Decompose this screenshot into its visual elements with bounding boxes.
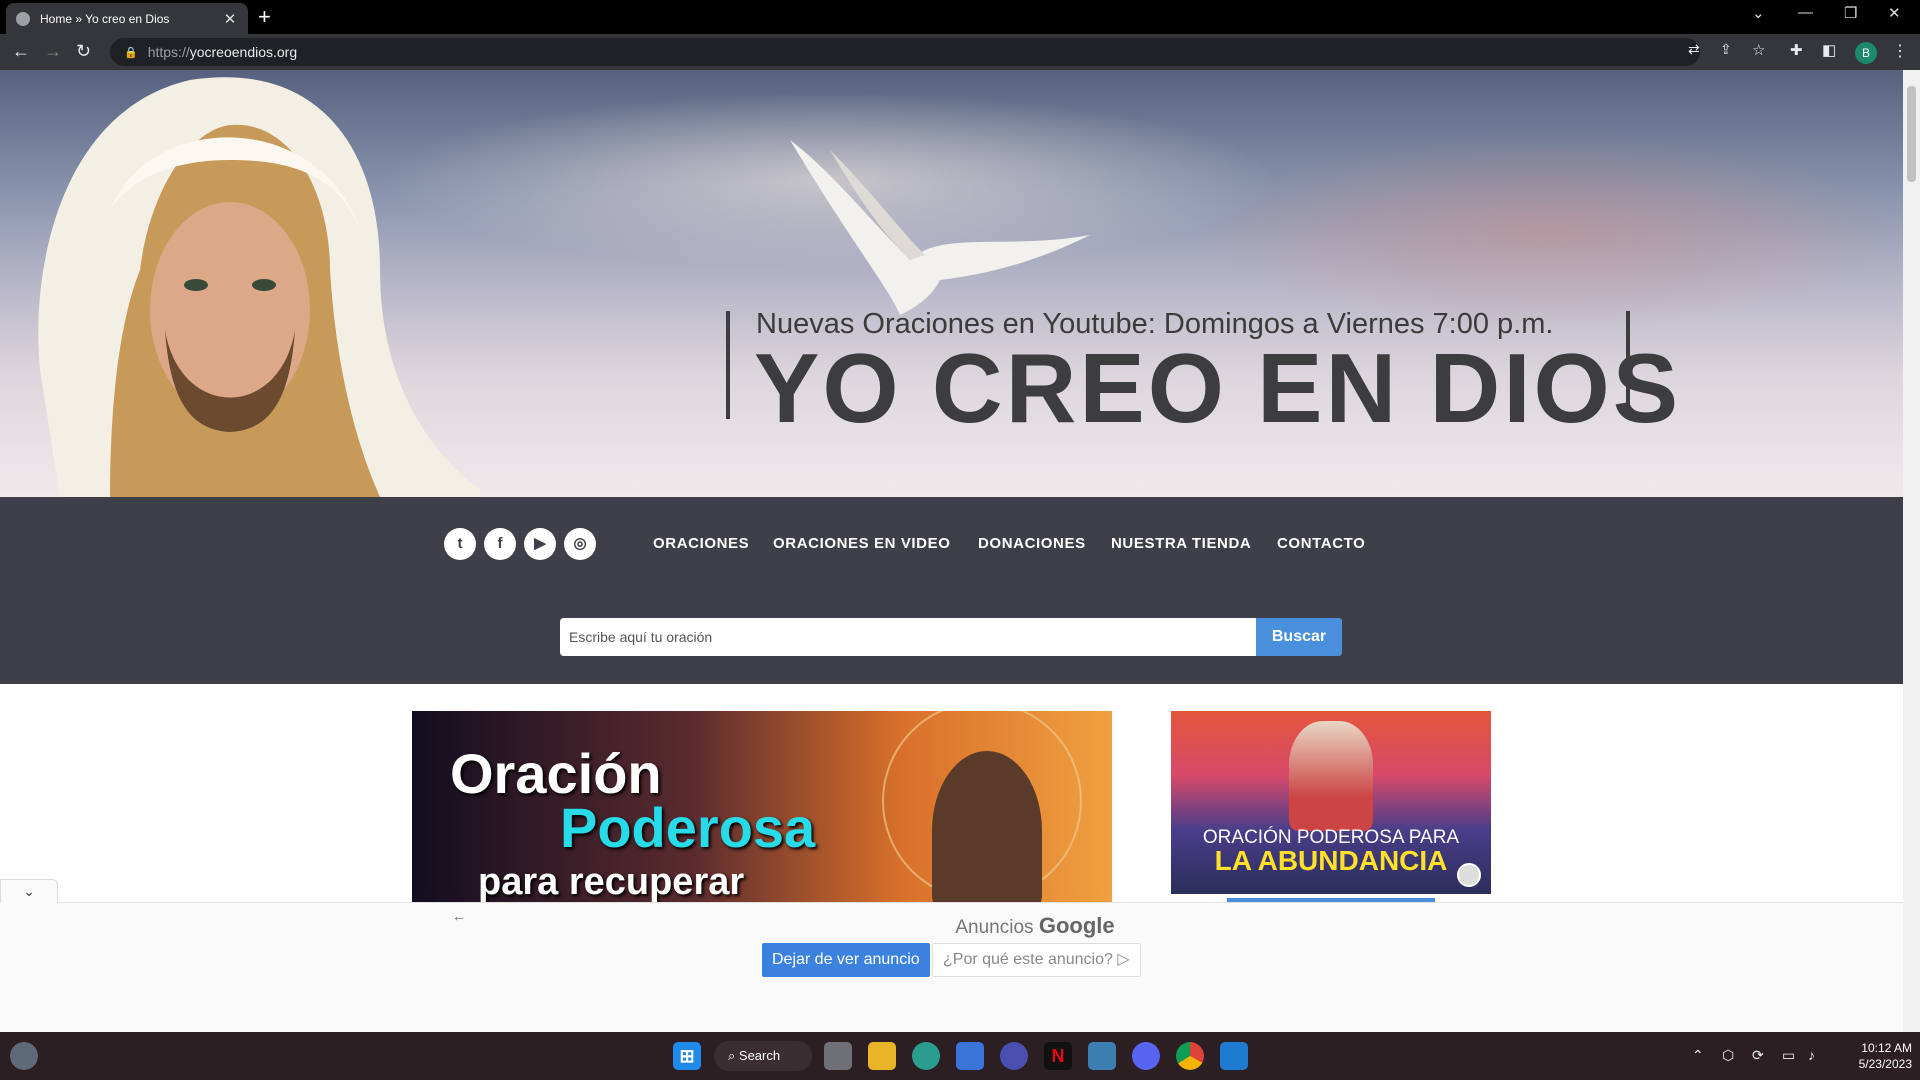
tab-search-chevron-icon[interactable]: ⌄ <box>1752 4 1765 22</box>
extensions-puzzle-icon[interactable]: ✚ <box>1790 41 1803 59</box>
twitter-icon[interactable]: t <box>444 528 476 560</box>
share-icon[interactable]: ⇪ <box>1720 41 1732 58</box>
card-title-line3: para recuperar <box>478 861 745 902</box>
search-button[interactable]: Buscar <box>1256 618 1342 656</box>
tab-close-icon[interactable]: ✕ <box>222 10 238 28</box>
nav-nuestra-tienda[interactable]: NUESTRA TIENDA <box>1111 535 1251 552</box>
security-icon[interactable]: ⬡ <box>1722 1047 1734 1064</box>
vscode-icon[interactable] <box>1220 1042 1248 1070</box>
window-close-icon[interactable]: ✕ <box>1888 4 1901 22</box>
nav-donaciones[interactable]: DONACIONES <box>978 535 1086 552</box>
browser-tab-strip: Home » Yo creo en Dios ✕ + ⌄ — ❐ ✕ <box>0 0 1920 34</box>
site-favicon-icon <box>16 11 30 26</box>
browser-toolbar: ← → ↻ 🔒 https:// yocreoendios.org ⇄ ⇪ ☆ … <box>0 34 1920 70</box>
taskbar-search-label: Search <box>738 1048 781 1063</box>
weather-widget-icon[interactable] <box>10 1042 38 1070</box>
tab-title: Home » Yo creo en Dios <box>40 11 170 26</box>
instagram-icon[interactable]: ◎ <box>564 528 596 560</box>
app-icon[interactable] <box>1000 1042 1028 1070</box>
sync-icon[interactable]: ⟳ <box>1752 1047 1764 1064</box>
profile-avatar[interactable]: B <box>1855 42 1877 64</box>
nav-contacto[interactable]: CONTACTO <box>1277 535 1365 552</box>
microsoft-store-icon[interactable] <box>956 1042 984 1070</box>
sky-cloud <box>1200 130 1900 330</box>
clock-date: 5/23/2023 <box>1858 1057 1912 1071</box>
chrome-icon[interactable] <box>1176 1042 1204 1070</box>
taskbar-search[interactable]: ⌕ Search <box>714 1041 812 1071</box>
saint-image <box>932 751 1042 902</box>
windows-taskbar: ⊞ ⌕ Search N ⌃ ⬡ ⟳ ▭ ♪ 10:12 AM 5/23/202… <box>0 1032 1920 1080</box>
facebook-icon[interactable]: f <box>484 528 516 560</box>
anchor-ad: ⌄ ← Anuncios Google Dejar de ver anuncio… <box>0 879 1903 1032</box>
url-host: yocreoendios.org <box>189 44 298 60</box>
youtube-icon[interactable]: ▶ <box>524 528 556 560</box>
forward-arrow-icon[interactable]: → <box>44 41 62 62</box>
dove-image <box>790 140 1090 315</box>
netflix-icon[interactable]: N <box>1044 1042 1072 1070</box>
network-icon[interactable]: ▭ <box>1782 1047 1795 1064</box>
chrome-menu-icon[interactable]: ⋮ <box>1892 41 1908 61</box>
file-explorer-icon[interactable] <box>868 1042 896 1070</box>
ad-label-prefix: Anuncios <box>955 917 1034 938</box>
page-scrollbar[interactable] <box>1903 70 1920 1032</box>
jesus-throne-image <box>1289 721 1373 831</box>
hero-banner: Nuevas Oraciones en Youtube: Domingos a … <box>0 70 1903 497</box>
taskbar-clock[interactable]: 10:12 AM 5/23/2023 <box>1830 1040 1912 1072</box>
nav-oraciones[interactable]: ORACIONES <box>653 535 749 552</box>
prayer-search-input[interactable] <box>560 618 1256 656</box>
channel-badge-icon <box>1457 863 1481 887</box>
ad-collapse-chevron-icon[interactable]: ⌄ <box>0 879 58 903</box>
title-right-bar <box>1626 311 1630 419</box>
back-arrow-icon[interactable]: ← <box>12 41 30 62</box>
volume-icon[interactable]: ♪ <box>1808 1047 1815 1063</box>
side-panel-icon[interactable]: ◧ <box>1822 41 1836 59</box>
scrollbar-thumb[interactable] <box>1907 86 1916 182</box>
new-tab-button[interactable]: + <box>258 4 271 30</box>
remote-desktop-icon[interactable] <box>1088 1042 1116 1070</box>
featured-prayer-card[interactable]: Oración Poderosa para recuperar <box>412 711 1112 902</box>
lock-icon[interactable]: 🔒 <box>124 46 138 59</box>
restore-icon[interactable]: ❐ <box>1844 4 1857 22</box>
bookmark-star-icon[interactable]: ☆ <box>1752 41 1765 59</box>
reload-icon[interactable]: ↻ <box>76 41 91 62</box>
windows-start-icon[interactable]: ⊞ <box>673 1042 701 1070</box>
card-title-line2: Poderosa <box>560 796 816 859</box>
minimize-icon[interactable]: — <box>1798 4 1813 21</box>
jesus-portrait-image <box>38 77 480 497</box>
why-this-ad-button[interactable]: ¿Por qué este anuncio? ▷ <box>932 943 1141 977</box>
prayer-search-form: Buscar <box>560 618 1342 656</box>
task-view-icon[interactable] <box>824 1042 852 1070</box>
tray-overflow-chevron-icon[interactable]: ⌃ <box>1692 1047 1704 1064</box>
abundance-prayer-card[interactable]: ORACIÓN PODEROSA PARA LA ABUNDANCIA <box>1171 711 1491 894</box>
discord-icon[interactable] <box>1132 1042 1160 1070</box>
site-title[interactable]: YO CREO EN DIOS <box>754 332 1681 445</box>
translate-icon[interactable]: ⇄ <box>1688 41 1700 58</box>
title-left-bar <box>726 311 730 419</box>
google-logo-text: Google <box>1038 913 1115 938</box>
nav-oraciones-en-video[interactable]: ORACIONES EN VIDEO <box>773 535 951 552</box>
url-scheme: https:// <box>147 44 190 60</box>
ad-label: Anuncios Google <box>0 913 1920 939</box>
clock-time: 10:12 AM <box>1861 1041 1912 1055</box>
stop-ad-button[interactable]: Dejar de ver anuncio <box>762 943 930 977</box>
edge-icon[interactable] <box>912 1042 940 1070</box>
address-bar[interactable]: 🔒 https:// yocreoendios.org <box>110 38 1700 66</box>
main-navigation: t f ▶ ◎ ORACIONES ORACIONES EN VIDEO DON… <box>0 497 1903 684</box>
browser-tab[interactable]: Home » Yo creo en Dios ✕ <box>6 3 248 34</box>
card2-line2: LA ABUNDANCIA <box>1214 845 1448 876</box>
